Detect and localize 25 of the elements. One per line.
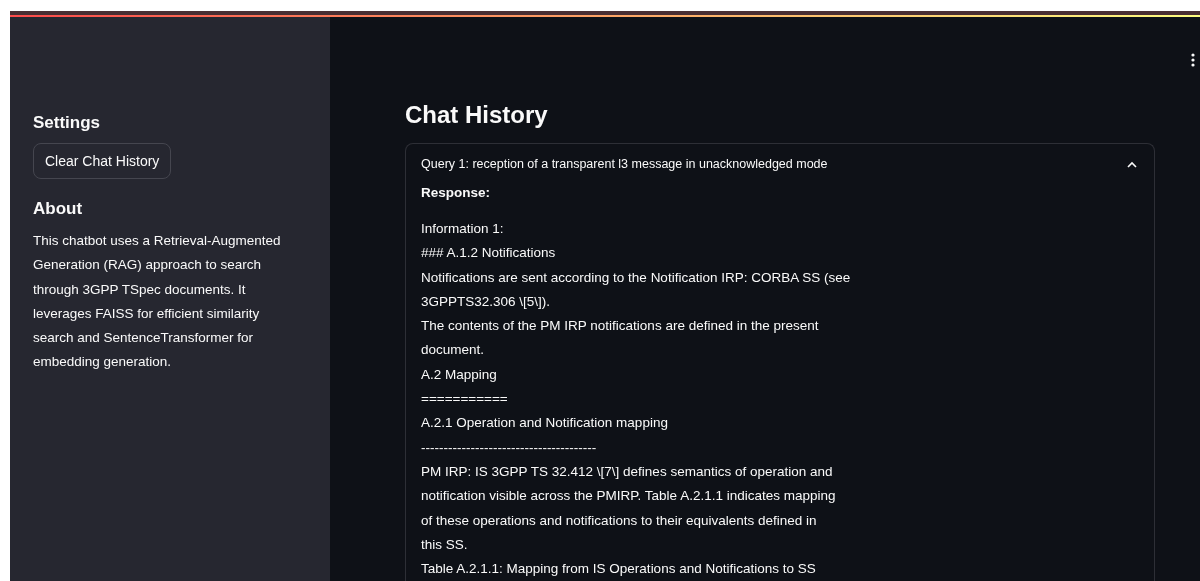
response-line: A.2 Mapping bbox=[421, 365, 498, 384]
response-line: this SS. bbox=[421, 535, 469, 554]
collapse-chevron-icon[interactable] bbox=[1127, 160, 1137, 168]
response-line: PM IRP: IS 3GPP TS 32.412 \[7\] defines semantics of operation and bbox=[421, 462, 834, 481]
about-text: This chatbot uses a Retrieval-Augmented Generation (RAG) approach to search through 3GPP TSpec documents. It leverages FAISS for efficient similarity search and SentenceTransformer for embedding generation. bbox=[33, 232, 282, 372]
response-line: ### A.1.2 Notifications bbox=[421, 244, 557, 263]
response-line: document. bbox=[421, 341, 486, 360]
query-text: Query 1: reception of a transparent l3 message in unacknowledged mode bbox=[421, 157, 828, 171]
clear-history-button[interactable]: Clear Chat History bbox=[33, 143, 172, 179]
response-label: Response: bbox=[421, 185, 492, 200]
response-line: Table A.2.1.1: Mapping from IS Operations and Notifications to SS bbox=[421, 560, 817, 579]
response-line: notification visible across the PMIRP. Table A.2.1.1 indicates mapping bbox=[421, 487, 837, 506]
response-line: Information 1: bbox=[421, 220, 505, 238]
response-line: of these operations and notifications to their equivalents defined in bbox=[421, 511, 818, 530]
response-line: --------------------------------------- bbox=[421, 438, 598, 457]
response-line: The contents of the PM IRP notifications are defined in the present bbox=[421, 317, 820, 336]
response-line: =========== bbox=[421, 390, 509, 409]
settings-heading: Settings bbox=[33, 113, 102, 133]
page-title: Chat History bbox=[405, 101, 549, 129]
response-line: 3GPPTS32.306 \[5\]). bbox=[421, 292, 552, 311]
expander-header[interactable]: Query 1: reception of a transparent l3 message in unacknowledged mode bbox=[406, 144, 1154, 183]
about-heading: About bbox=[33, 199, 84, 219]
response-line: Notifications are sent according to the Notification IRP: CORBA SS (see bbox=[421, 268, 852, 287]
response-line: A.2.1 Operation and Notification mapping bbox=[421, 414, 669, 433]
menu-icon[interactable] bbox=[1191, 53, 1195, 67]
